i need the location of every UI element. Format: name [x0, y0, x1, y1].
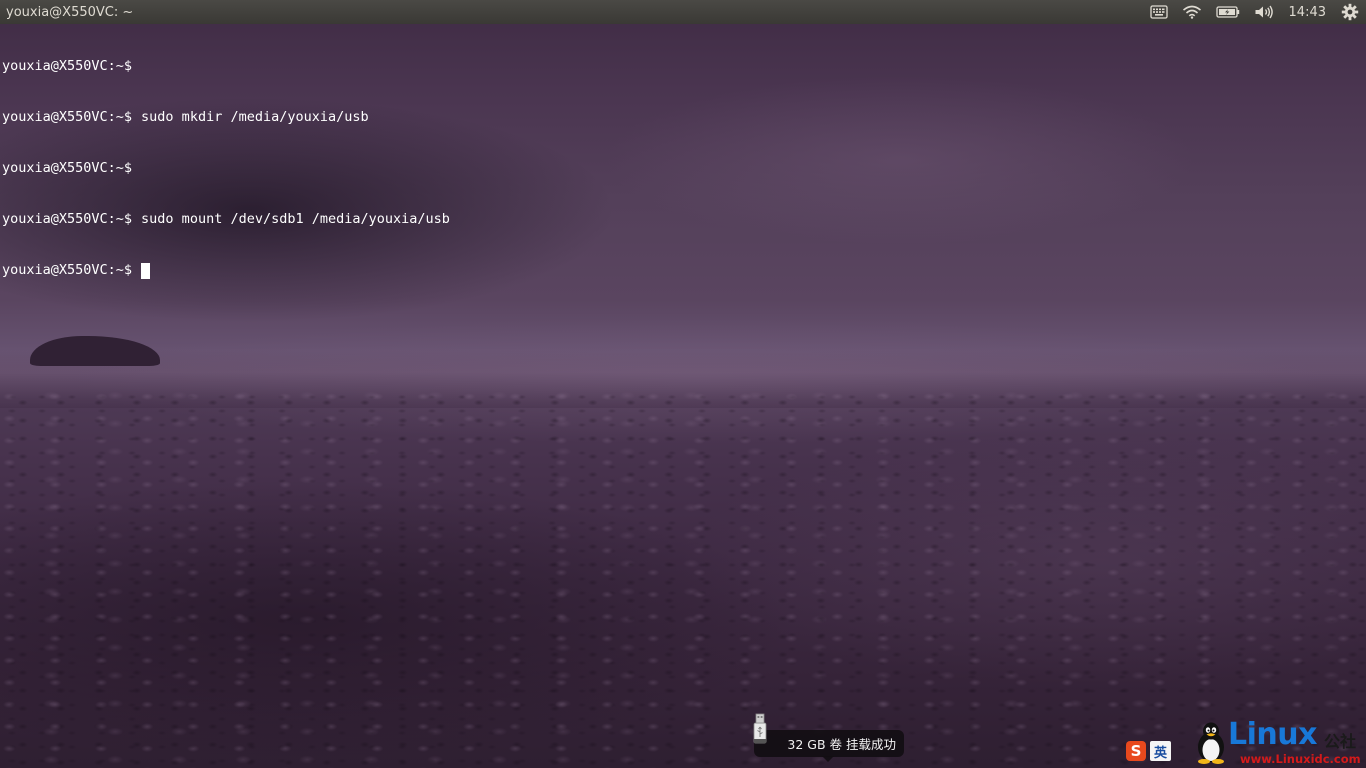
battery-icon[interactable]	[1209, 0, 1247, 24]
input-method-bar[interactable]: S 英	[1126, 739, 1172, 763]
gear-icon[interactable]	[1334, 0, 1366, 24]
shell-prompt: youxia@X550VC:~$	[2, 58, 133, 74]
volume-icon[interactable]	[1247, 0, 1281, 24]
shell-prompt: youxia@X550VC:~$	[2, 262, 133, 278]
sogou-logo-icon[interactable]: S	[1126, 741, 1146, 761]
desktop-background: youxia@X550VC: ~ 14:43 youxia@X550VC:~$ …	[0, 0, 1366, 768]
terminal-line: youxia@X550VC:~$ sudo mkdir /media/youxia…	[2, 109, 1362, 126]
watermark-title: Linux	[1228, 717, 1317, 752]
keyboard-icon[interactable]	[1143, 0, 1175, 24]
top-panel: youxia@X550VC: ~ 14:43	[0, 0, 1366, 24]
terminal-line-current[interactable]: youxia@X550VC:~$	[2, 262, 1362, 279]
shell-prompt: youxia@X550VC:~$	[2, 109, 133, 125]
watermark-suffix: 公社	[1324, 732, 1357, 751]
window-title: youxia@X550VC: ~	[6, 4, 134, 20]
terminal-output[interactable]: youxia@X550VC:~$ youxia@X550VC:~$ sudo mk…	[2, 24, 1362, 313]
pebble-beach	[0, 390, 1366, 768]
input-mode-toggle[interactable]: 英	[1150, 741, 1172, 761]
terminal-line: youxia@X550VC:~$	[2, 58, 1362, 75]
usb-drive-icon	[752, 713, 768, 745]
terminal-line: youxia@X550VC:~$	[2, 160, 1362, 177]
terminal-line: youxia@X550VC:~$ sudo mount /dev/sdb1 /me…	[2, 211, 1362, 228]
text-cursor	[141, 262, 151, 279]
indicator-area: 14:43	[1143, 0, 1366, 24]
coastal-rock	[30, 336, 160, 366]
mount-notification: 32 GB 卷 挂载成功	[754, 730, 904, 757]
notification-text: 32 GB 卷 挂载成功	[787, 737, 896, 752]
shell-prompt: youxia@X550VC:~$	[2, 211, 133, 227]
shell-command: sudo mount /dev/sdb1 /media/youxia/usb	[141, 211, 450, 227]
shell-prompt: youxia@X550VC:~$	[2, 160, 133, 176]
clock[interactable]: 14:43	[1281, 0, 1334, 24]
site-watermark: Linux 公社 www.Linuxidc.com	[1190, 718, 1366, 768]
notification-pointer	[822, 756, 834, 762]
wifi-icon[interactable]	[1175, 0, 1209, 24]
tux-penguin-icon	[1198, 722, 1224, 764]
shell-command: sudo mkdir /media/youxia/usb	[141, 109, 369, 125]
watermark-url: www.Linuxidc.com	[1240, 752, 1361, 766]
